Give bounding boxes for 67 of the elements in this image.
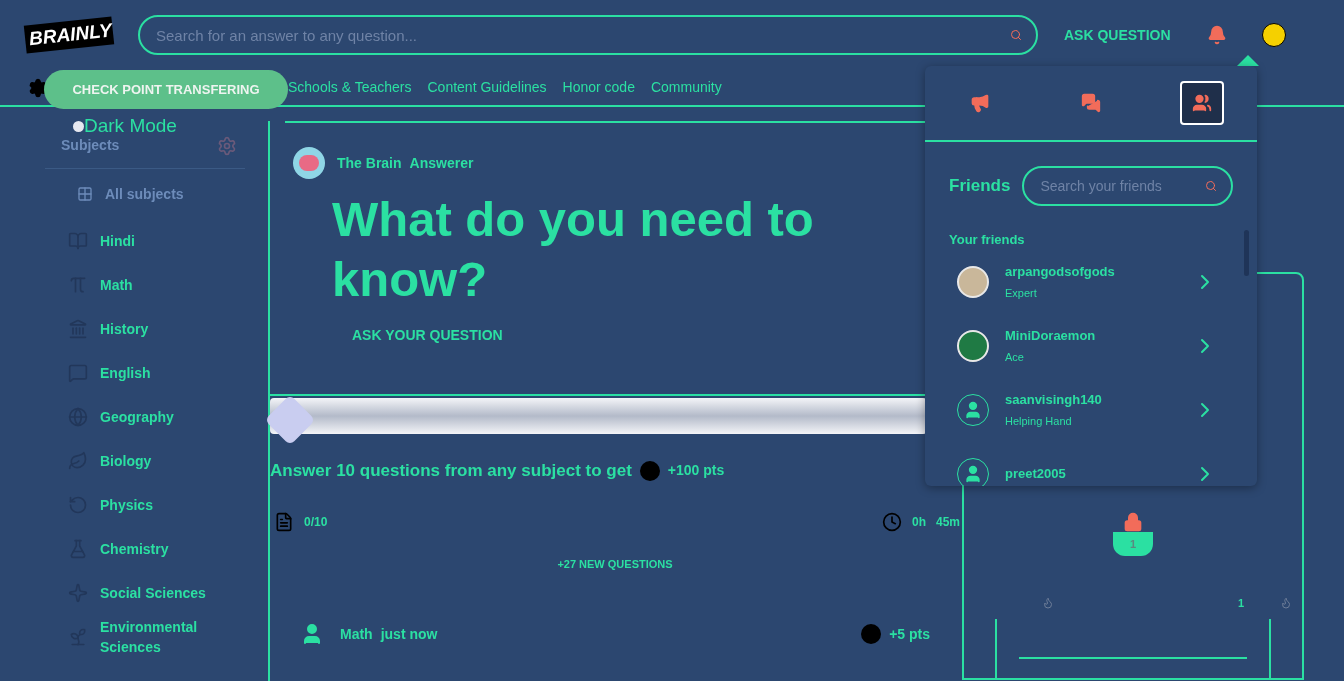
flame-icon — [1042, 597, 1054, 610]
subject-item[interactable]: Math — [100, 275, 210, 295]
user-rank: Answerer — [409, 153, 474, 173]
clock-icon — [881, 511, 902, 532]
document-icon — [274, 511, 294, 532]
challenge-text: Answer 10 questions from any subject to get — [270, 460, 632, 482]
user-name: The Brain — [337, 153, 402, 173]
subject-item[interactable]: Physics — [100, 495, 210, 515]
search-field[interactable]: Search for an answer to any question... — [138, 15, 1038, 55]
subject-item[interactable]: Hindi — [100, 231, 210, 251]
friends-heading: Friends — [949, 175, 1011, 198]
subject-icon — [68, 539, 88, 559]
friend-rank: Ace — [1005, 350, 1025, 365]
friend-item[interactable]: preet2005 — [949, 441, 1225, 486]
subject-item[interactable]: Geography — [100, 407, 210, 427]
friend-name: preet2005 — [1005, 464, 1067, 483]
friend-rank: Helping Hand — [1005, 414, 1073, 429]
friend-name: MiniDoraemon — [1005, 326, 1097, 345]
nav-link[interactable]: Content Guidelines — [427, 77, 547, 98]
scrollbar-icon — [1244, 230, 1249, 276]
search-icon[interactable] — [1010, 29, 1022, 41]
time-hours: 0h — [911, 513, 926, 531]
chat-icon — [1081, 93, 1101, 113]
question-points: +5 pts — [889, 624, 930, 644]
hero-title: What do you need to know? — [332, 191, 815, 308]
flame-icon — [1280, 597, 1292, 610]
lock-icon — [1123, 512, 1143, 532]
brain-icon — [293, 147, 325, 179]
nav-link[interactable]: Community — [650, 77, 722, 98]
avatar-photo — [957, 265, 989, 298]
subject-item[interactable]: English — [100, 363, 210, 383]
friend-name: arpangodsofgods — [1005, 262, 1116, 281]
progress-count: 0/10 — [304, 513, 328, 531]
brainly-coin-icon — [861, 624, 882, 644]
search-icon[interactable] — [1205, 180, 1217, 192]
logo[interactable]: BRAINLY — [23, 16, 115, 54]
section-heading: Your friends — [949, 231, 1026, 249]
friends-icon — [1191, 93, 1212, 113]
subject-item[interactable]: Chemistry — [100, 539, 210, 559]
friend-item[interactable]: arpangodsofgods Expert — [949, 249, 1225, 314]
user-avatar[interactable] — [1261, 23, 1286, 47]
level-number: 1 — [1129, 536, 1137, 552]
grid-icon — [77, 186, 93, 202]
friend-item[interactable]: MiniDoraemon Ace — [949, 313, 1225, 378]
friend-item[interactable]: saanvisingh140 Helping Hand — [949, 377, 1225, 442]
question-subject: Math — [340, 624, 373, 644]
subject-item[interactable]: Social Sciences — [100, 583, 210, 603]
ask-question-button[interactable]: ASK QUESTION — [1064, 24, 1171, 46]
subject-item[interactable]: Environmental Sciences — [100, 617, 210, 657]
nav-link[interactable]: Honor code — [562, 77, 635, 98]
subject-item[interactable]: History — [100, 319, 210, 339]
time-minutes: 45m — [935, 513, 960, 531]
brainly-coin-icon — [639, 460, 660, 481]
megaphone-icon — [970, 93, 991, 113]
subject-item[interactable]: Biology — [100, 451, 210, 471]
new-questions-button[interactable]: +27 NEW QUESTIONS — [557, 555, 673, 572]
question-time: just now — [380, 624, 438, 644]
friends-search-field[interactable]: Search your friends — [1022, 166, 1233, 206]
avatar-badge — [957, 329, 989, 362]
ask-your-question-button[interactable]: ASK YOUR QUESTION — [352, 325, 503, 346]
bell-icon[interactable] — [1206, 25, 1227, 45]
streak-count: 1 — [1237, 595, 1244, 611]
panel-tab[interactable] — [1179, 81, 1224, 125]
friend-rank: Expert — [1005, 286, 1038, 301]
friend-name: saanvisingh140 — [1005, 390, 1103, 409]
nav-link[interactable]: Schools & Teachers — [288, 77, 412, 98]
challenge-points: +100 pts — [667, 461, 725, 481]
